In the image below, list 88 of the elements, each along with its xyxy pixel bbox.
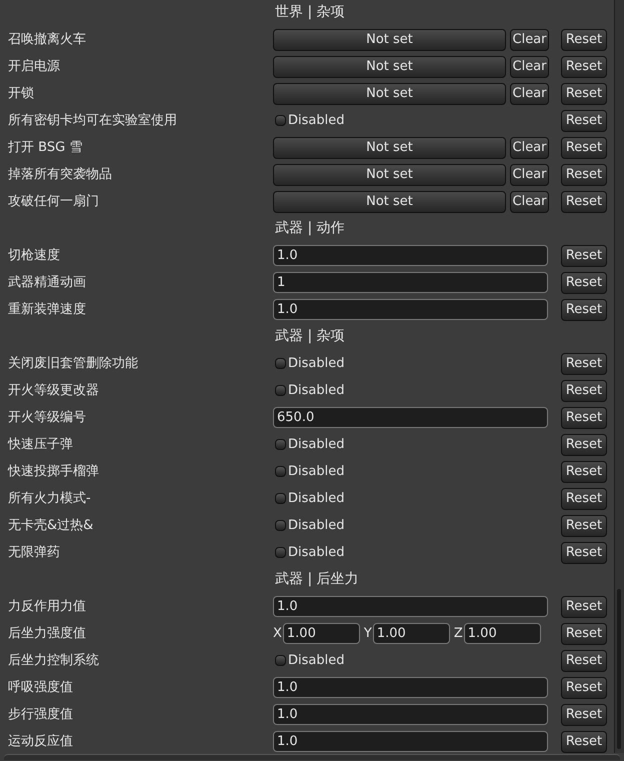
reset-button[interactable]: Reset bbox=[561, 650, 607, 672]
setting-label: 开火等级编号 bbox=[7, 408, 87, 427]
input-field[interactable]: 1.0 bbox=[273, 731, 548, 752]
toggle[interactable]: Disabled bbox=[275, 516, 344, 536]
setting-label: 关闭废旧套管删除功能 bbox=[7, 354, 139, 373]
input-field[interactable]: 1.00 bbox=[372, 623, 450, 644]
reset-button[interactable]: Reset bbox=[561, 56, 607, 78]
input-field[interactable]: 1.0 bbox=[273, 245, 548, 266]
reset-button[interactable]: Reset bbox=[561, 676, 607, 698]
reset-button[interactable]: Reset bbox=[561, 596, 607, 618]
clear-button[interactable]: Clear bbox=[510, 164, 549, 186]
input-field[interactable]: 1 bbox=[273, 272, 548, 293]
reset-button[interactable]: Reset bbox=[561, 298, 607, 320]
input-field[interactable]: 1.0 bbox=[273, 596, 548, 617]
toggle[interactable]: Disabled bbox=[275, 110, 344, 130]
setting-label: 所有密钥卡均可在实验室使用 bbox=[7, 112, 178, 130]
reset-button[interactable]: Reset bbox=[561, 110, 607, 132]
keybind-button[interactable]: Not set bbox=[273, 190, 506, 212]
setting-label: 打开 BSG 雪 bbox=[7, 138, 84, 157]
reset-button[interactable]: Reset bbox=[561, 704, 607, 726]
setting-label: 所有火力模式- bbox=[7, 490, 92, 508]
reset-button[interactable]: Reset bbox=[561, 622, 607, 644]
keybind-button[interactable]: Not set bbox=[273, 164, 506, 186]
setting-label: 开锁 bbox=[7, 84, 35, 103]
toggle[interactable]: Disabled bbox=[275, 434, 344, 454]
reset-button[interactable]: Reset bbox=[561, 460, 607, 482]
reset-button[interactable]: Reset bbox=[561, 164, 607, 186]
reset-button[interactable]: Reset bbox=[561, 514, 607, 536]
setting-label: 后坐力强度值 bbox=[7, 624, 87, 643]
toggle[interactable]: Disabled bbox=[275, 354, 344, 374]
reset-button[interactable]: Reset bbox=[561, 82, 607, 104]
reset-button[interactable]: Reset bbox=[561, 28, 607, 50]
input-field[interactable]: 1.0 bbox=[273, 677, 548, 698]
clear-button[interactable]: Clear bbox=[510, 82, 549, 104]
keybind-button[interactable]: Not set bbox=[273, 28, 506, 50]
setting-label: 后坐力控制系统 bbox=[7, 652, 100, 670]
setting-label: 开火等级更改器 bbox=[7, 382, 100, 400]
input-field[interactable]: 1.0 bbox=[273, 704, 548, 725]
setting-label: 快速投掷手榴弹 bbox=[6, 462, 100, 481]
input-field[interactable]: 1.00 bbox=[464, 623, 541, 644]
setting-label: 无限弹药 bbox=[7, 544, 61, 562]
clear-button[interactable]: Clear bbox=[510, 56, 549, 78]
setting-label: 呼吸强度值 bbox=[7, 678, 74, 697]
setting-label: 无卡壳&过热& bbox=[7, 516, 94, 535]
scrollbar[interactable] bbox=[614, 0, 624, 753]
setting-label: 力反作用力值 bbox=[7, 598, 87, 616]
reset-button[interactable]: Reset bbox=[561, 488, 607, 510]
reset-button[interactable]: Reset bbox=[561, 434, 607, 456]
toggle[interactable]: Disabled bbox=[275, 542, 344, 562]
setting-label: 快速压子弹 bbox=[6, 436, 74, 454]
reset-button[interactable]: Reset bbox=[561, 352, 607, 374]
clear-button[interactable]: Clear bbox=[510, 190, 549, 212]
input-field[interactable]: 650.0 bbox=[273, 407, 548, 428]
axis-label: Y bbox=[364, 624, 372, 643]
setting-label: 武器精通动画 bbox=[7, 274, 87, 292]
reset-button[interactable]: Reset bbox=[561, 542, 607, 564]
toggle[interactable]: Disabled bbox=[275, 650, 344, 670]
toggle[interactable]: Disabled bbox=[275, 462, 344, 482]
section-title: 武器 | 动作 bbox=[275, 219, 345, 238]
setting-label: 攻破任何一扇门 bbox=[7, 192, 100, 211]
setting-label: 开启电源 bbox=[7, 58, 61, 76]
axis-label: Z bbox=[454, 624, 463, 643]
keybind-button[interactable]: Not set bbox=[273, 136, 506, 158]
setting-label: 重新装弹速度 bbox=[7, 300, 87, 319]
reset-button[interactable]: Reset bbox=[561, 380, 607, 402]
section-title: 武器 | 杂项 bbox=[275, 327, 345, 346]
setting-label: 切枪速度 bbox=[7, 246, 61, 265]
clear-button[interactable]: Clear bbox=[510, 136, 549, 158]
reset-button[interactable]: Reset bbox=[561, 244, 607, 266]
input-field[interactable]: 1.00 bbox=[282, 623, 360, 644]
reset-button[interactable]: Reset bbox=[561, 136, 607, 158]
keybind-button[interactable]: Not set bbox=[273, 56, 506, 78]
setting-label: 召唤撤离火车 bbox=[7, 30, 87, 49]
section-title: 武器 | 后坐力 bbox=[275, 570, 359, 589]
reset-button[interactable]: Reset bbox=[561, 730, 607, 752]
axis-label: X bbox=[273, 624, 282, 643]
reset-button[interactable]: Reset bbox=[561, 272, 607, 294]
setting-label: 步行强度值 bbox=[7, 706, 74, 724]
clear-button[interactable]: Clear bbox=[510, 28, 549, 50]
reset-button[interactable]: Reset bbox=[561, 406, 607, 428]
keybind-button[interactable]: Not set bbox=[273, 82, 506, 104]
input-field[interactable]: 1.0 bbox=[273, 299, 548, 320]
toggle[interactable]: Disabled bbox=[275, 488, 344, 508]
setting-label: 运动反应值 bbox=[7, 732, 74, 751]
toggle[interactable]: Disabled bbox=[275, 380, 344, 400]
section-title: 世界 | 杂项 bbox=[275, 3, 345, 22]
setting-label: 掉落所有突袭物品 bbox=[7, 166, 113, 184]
reset-button[interactable]: Reset bbox=[561, 190, 607, 212]
